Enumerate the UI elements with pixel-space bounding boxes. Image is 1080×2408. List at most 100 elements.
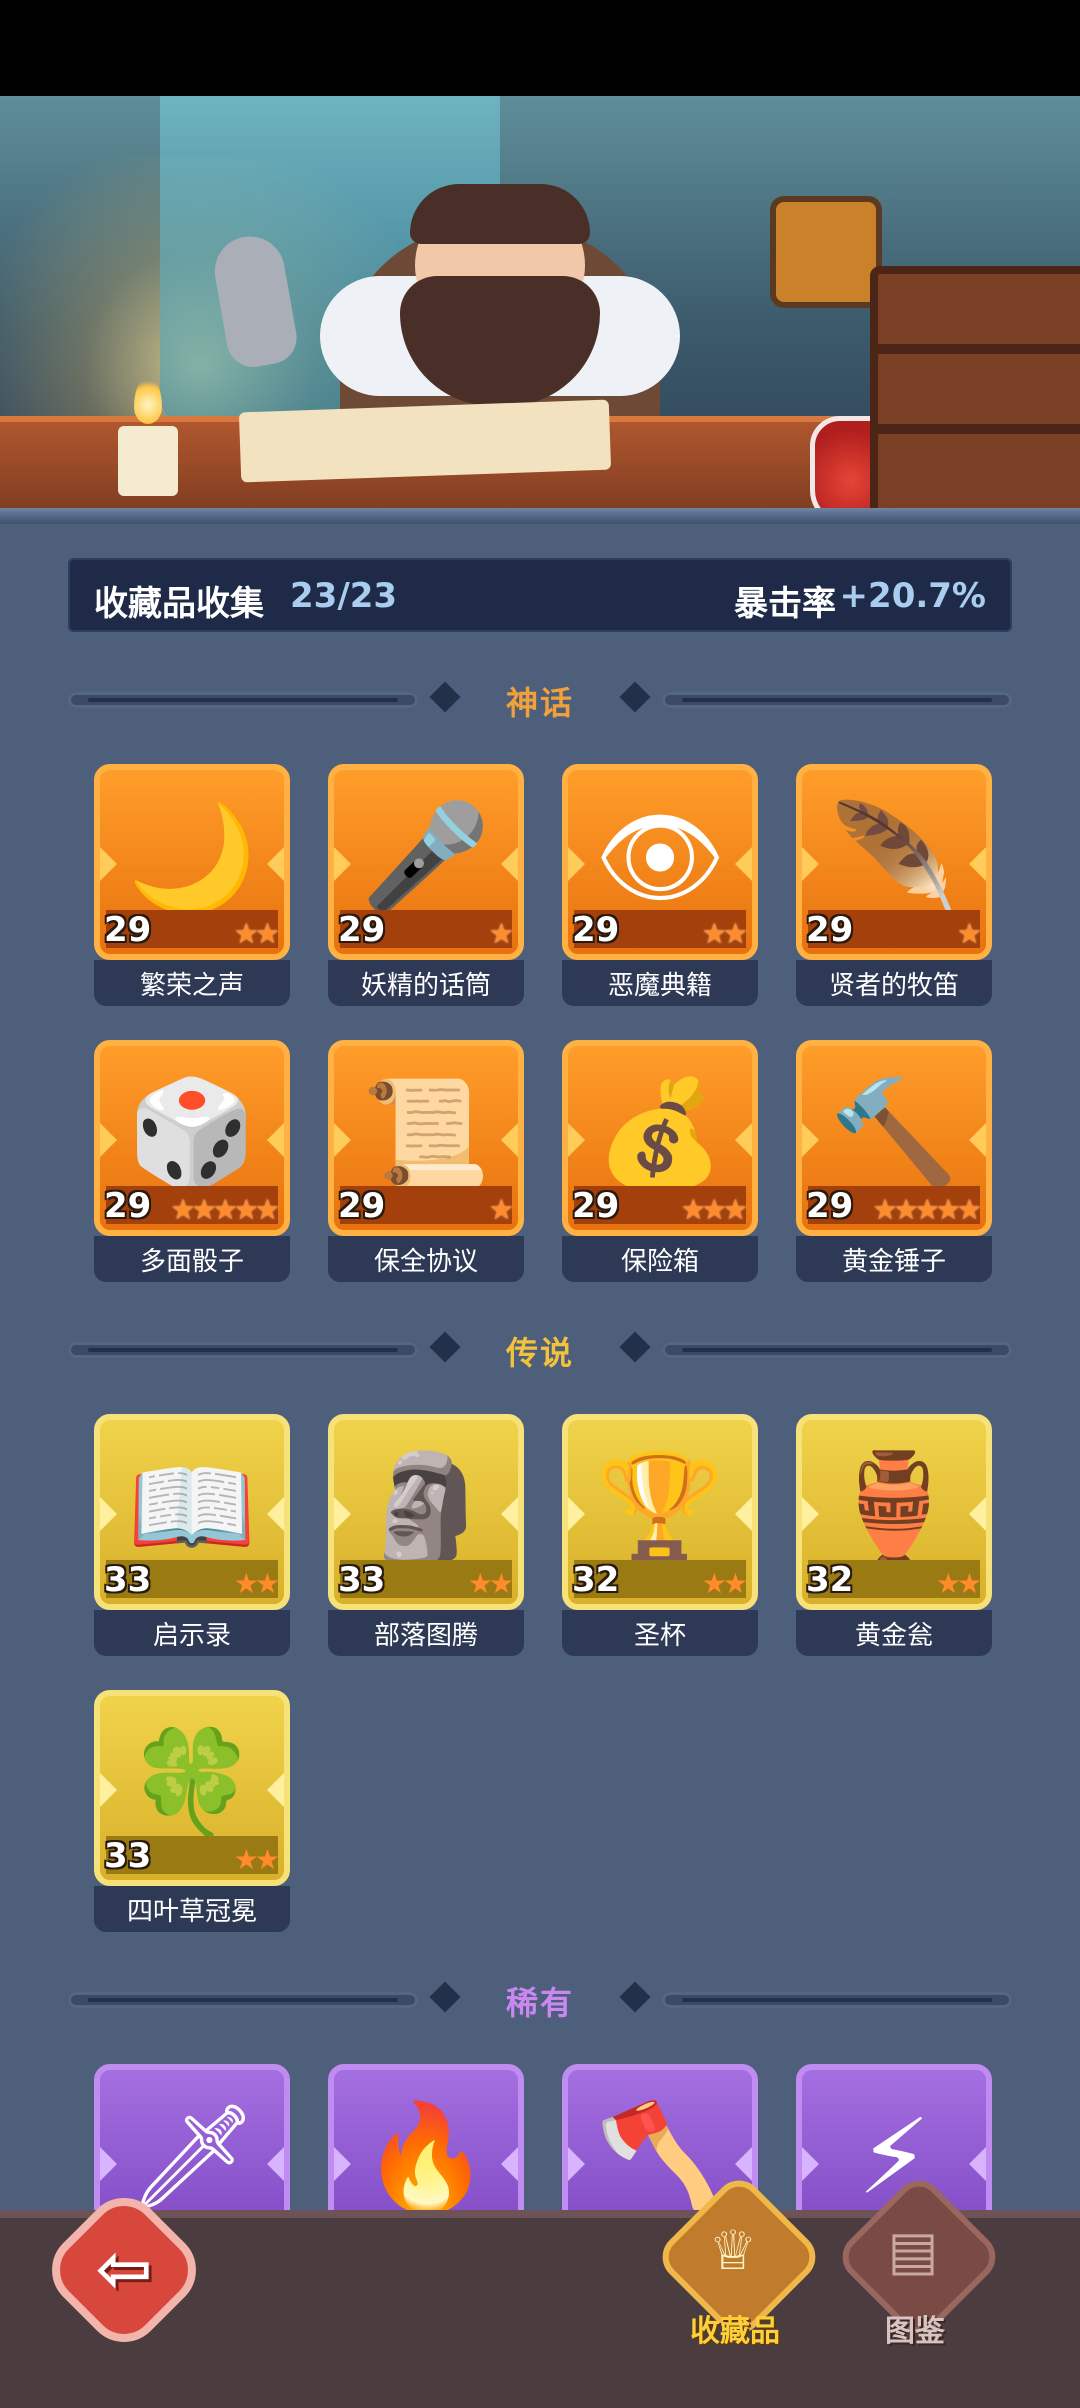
item-frame: 🔨 29 ★★★★★	[796, 1040, 992, 1236]
star-rating-icon: ★★	[935, 1567, 982, 1600]
star-rating-icon: ★★★	[680, 1193, 748, 1226]
tab-codex-label: 图鉴	[885, 2314, 945, 2349]
banner-divider	[0, 508, 1080, 524]
star-rating-icon: ★	[488, 1193, 514, 1226]
item-card[interactable]: 👁 29 ★★ 恶魔典籍	[562, 764, 758, 1008]
item-name: 恶魔典籍	[607, 971, 712, 1001]
dwarf-shop-banner	[0, 96, 1080, 516]
crit-rate-label: 暴击率	[734, 584, 836, 624]
item-level: 33	[338, 1560, 386, 1600]
item-level: 29	[338, 910, 386, 950]
item-card[interactable]: 🏆 32 ★★ 圣杯	[562, 1414, 758, 1658]
star-rating-icon: ★★	[701, 917, 748, 950]
item-level: 32	[806, 1560, 854, 1600]
divider-line	[662, 1992, 1012, 2008]
wooden-crate	[870, 266, 1080, 516]
star-rating-icon: ★★★★★	[170, 1193, 279, 1226]
item-name: 部落图腾	[373, 1621, 478, 1651]
star-rating-icon: ★★	[233, 1567, 280, 1600]
item-level: 29	[338, 1186, 386, 1226]
collection-count: 23/23	[290, 576, 398, 616]
star-rating-icon: ★★	[701, 1567, 748, 1600]
item-frame: 💰 29 ★★★	[562, 1040, 758, 1236]
star-rating-icon: ★	[956, 917, 982, 950]
item-card[interactable]: 🔨 29 ★★★★★ 黄金锤子	[796, 1040, 992, 1284]
item-card[interactable]: 🍀 33 ★★ 四叶草冠冕	[94, 1690, 290, 1934]
collection-icon: ♕	[708, 2219, 758, 2282]
item-level: 29	[104, 1186, 152, 1226]
item-frame: 🪶 29 ★	[796, 764, 992, 960]
codex-book-icon: ▤	[887, 2219, 939, 2282]
item-card[interactable]: 🗿 33 ★★ 部落图腾	[328, 1414, 524, 1658]
item-name: 黄金瓮	[854, 1621, 933, 1651]
item-name-plate: 圣杯	[562, 1610, 758, 1656]
item-frame: 🏆 32 ★★	[562, 1414, 758, 1610]
item-name: 贤者的牧笛	[828, 971, 959, 1001]
star-rating-icon: ★★	[233, 917, 280, 950]
item-card[interactable]: 🪶 29 ★ 贤者的牧笛	[796, 764, 992, 1008]
collection-title: 收藏品收集	[94, 584, 264, 624]
item-name-plate: 繁荣之声	[94, 960, 290, 1006]
item-name: 妖精的话筒	[360, 971, 491, 1001]
item-name-plate: 妖精的话筒	[328, 960, 524, 1006]
divider-line	[662, 692, 1012, 708]
item-name-plate: 恶魔典籍	[562, 960, 758, 1006]
item-name: 繁荣之声	[139, 971, 244, 1001]
tab-codex[interactable]: ▤ 图鉴	[832, 2170, 1006, 2356]
item-card[interactable]: 📜 29 ★ 保全协议	[328, 1040, 524, 1284]
star-rating-icon: ★	[488, 917, 514, 950]
item-name: 启示录	[152, 1621, 231, 1651]
crit-rate-value: +20.7%	[839, 576, 986, 616]
item-card[interactable]: 🌙 29 ★★ 繁荣之声	[94, 764, 290, 1008]
item-level: 29	[806, 910, 854, 950]
item-name-plate: 启示录	[94, 1610, 290, 1656]
item-frame: 🌙 29 ★★	[94, 764, 290, 960]
item-frame: 🎤 29 ★	[328, 764, 524, 960]
item-frame: 🗿 33 ★★	[328, 1414, 524, 1610]
item-frame: 📜 29 ★	[328, 1040, 524, 1236]
item-card[interactable]: 📖 33 ★★ 启示录	[94, 1414, 290, 1658]
item-name: 多面骰子	[139, 1247, 244, 1277]
tribal-mask-icon	[770, 196, 882, 308]
item-level: 29	[572, 910, 620, 950]
item-name-plate: 四叶草冠冕	[94, 1886, 290, 1932]
tab-collection[interactable]: ♕ 收藏品	[652, 2170, 826, 2356]
item-name-plate: 贤者的牧笛	[796, 960, 992, 1006]
item-frame: 🎲 29 ★★★★★	[94, 1040, 290, 1236]
item-name: 四叶草冠冕	[126, 1897, 257, 1927]
item-name: 保全协议	[373, 1247, 478, 1277]
candle-icon	[118, 376, 178, 496]
item-name-plate: 保全协议	[328, 1236, 524, 1282]
item-name-plate: 黄金锤子	[796, 1236, 992, 1282]
treasure-map-icon	[238, 399, 612, 483]
section-header-mythic: 神话	[68, 678, 1012, 722]
item-card[interactable]: 🎲 29 ★★★★★ 多面骰子	[94, 1040, 290, 1284]
item-level: 33	[104, 1560, 152, 1600]
section-header-rare: 稀有	[68, 1978, 1012, 2022]
item-frame: 🏺 32 ★★	[796, 1414, 992, 1610]
item-card[interactable]: 💰 29 ★★★ 保险箱	[562, 1040, 758, 1284]
item-name: 黄金锤子	[841, 1247, 946, 1277]
item-frame: 📖 33 ★★	[94, 1414, 290, 1610]
item-name-plate: 部落图腾	[328, 1610, 524, 1656]
item-name: 圣杯	[633, 1621, 686, 1651]
item-name-plate: 黄金瓮	[796, 1610, 992, 1656]
back-arrow-icon[interactable]: ⇦	[62, 2208, 186, 2332]
item-level: 32	[572, 1560, 620, 1600]
item-frame: 👁 29 ★★	[562, 764, 758, 960]
star-rating-icon: ★★	[233, 1843, 280, 1876]
divider-line	[662, 1342, 1012, 1358]
item-name-plate: 保险箱	[562, 1236, 758, 1282]
star-rating-icon: ★★★★★	[872, 1193, 981, 1226]
item-name: 保险箱	[620, 1247, 699, 1277]
item-level: 33	[104, 1836, 152, 1876]
star-rating-icon: ★★	[467, 1567, 514, 1600]
item-level: 29	[806, 1186, 854, 1226]
item-card[interactable]: 🎤 29 ★ 妖精的话筒	[328, 764, 524, 1008]
item-name-plate: 多面骰子	[94, 1236, 290, 1282]
collection-summary-bar: 收藏品收集 23/23 暴击率 +20.7%	[68, 558, 1012, 632]
item-level: 29	[572, 1186, 620, 1226]
dwarf-hair	[410, 184, 590, 244]
item-card[interactable]: 🏺 32 ★★ 黄金瓮	[796, 1414, 992, 1658]
tab-collection-label: 收藏品	[690, 2314, 780, 2349]
